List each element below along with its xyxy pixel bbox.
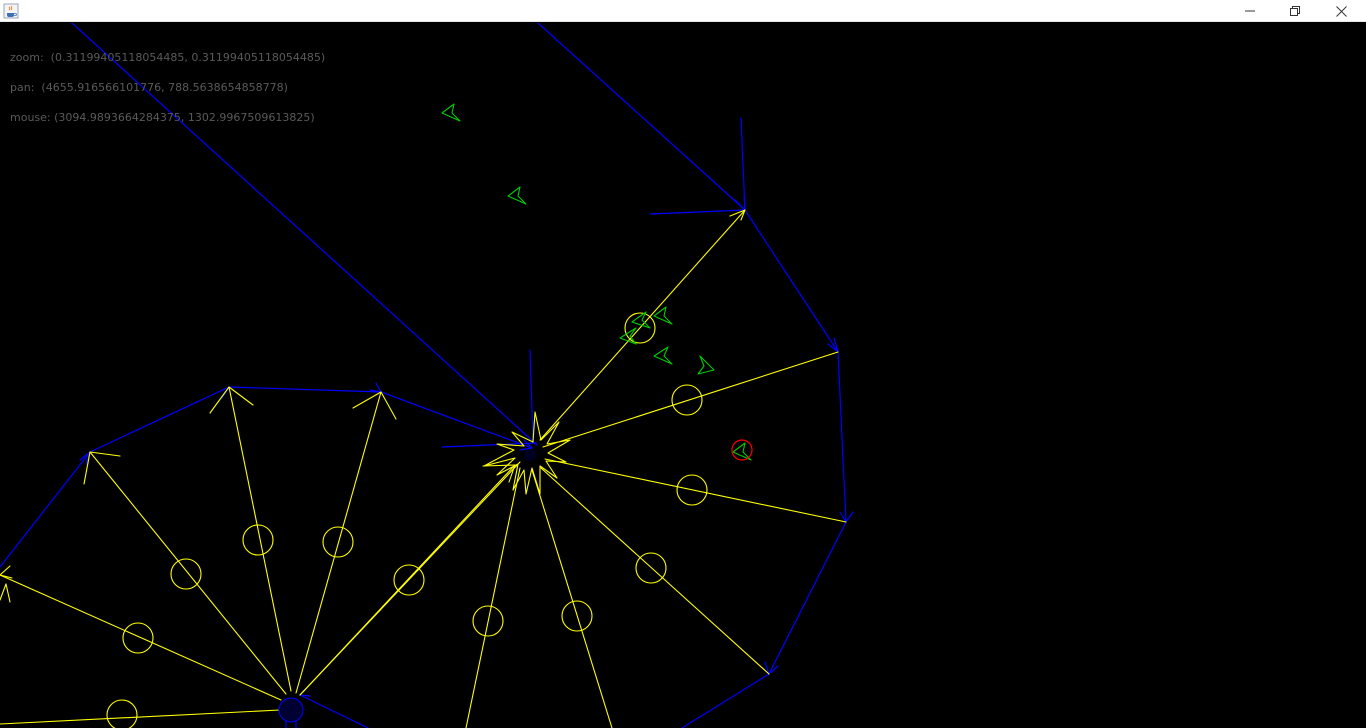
- waypoint-circle[interactable]: [671, 384, 703, 416]
- hub-node[interactable]: [278, 697, 304, 723]
- hud-pan-value: (4655.916566101776, 788.5638654858778): [41, 81, 288, 94]
- graph-edge: [837, 351, 847, 523]
- debug-hud: zoom: (0.31199405118054485, 0.3119940511…: [10, 33, 325, 143]
- hud-mouse-line: mouse: (3094.9893664284375, 1302.9967509…: [10, 111, 325, 124]
- agent-marker[interactable]: [441, 103, 461, 122]
- tree-edge: [531, 469, 613, 728]
- waypoint-circle[interactable]: [106, 699, 138, 728]
- agents: [441, 103, 752, 461]
- tree-edges: [0, 209, 847, 728]
- graph-edge: [89, 386, 230, 453]
- tree-edge: [0, 583, 11, 603]
- waypoint-circle[interactable]: [122, 622, 154, 654]
- tree-edge: [0, 709, 281, 725]
- app-window: zoom: (0.31199405118054485, 0.3119940511…: [0, 0, 1366, 728]
- agent-marker[interactable]: [653, 346, 673, 365]
- tree-edge: [542, 351, 839, 448]
- hud-zoom-value: (0.31199405118054485, 0.3119940511805448…: [50, 51, 326, 64]
- tree-edge: [89, 451, 287, 695]
- graph-edge: [744, 209, 839, 353]
- graph-edge: [519, 439, 533, 451]
- hud-zoom-label: zoom:: [10, 51, 44, 64]
- hud-pan-line: pan: (4655.916566101776, 788.56386548587…: [10, 81, 325, 94]
- graph-edge: [839, 511, 854, 523]
- tree-edge: [299, 464, 516, 696]
- graph-edge: [681, 673, 770, 728]
- tree-edge: [295, 391, 382, 694]
- agent-marker[interactable]: [697, 355, 715, 375]
- hud-mouse-value: (3094.9893664284375, 1302.9967509613825): [54, 111, 315, 124]
- graph-edge: [649, 209, 746, 215]
- tree-edge: [0, 574, 282, 701]
- graph-edge: [228, 386, 382, 393]
- minimize-button[interactable]: [1227, 0, 1273, 22]
- agent-marker[interactable]: [507, 186, 527, 205]
- minimize-icon: [1245, 10, 1255, 12]
- graph-edge: [768, 521, 847, 675]
- graph-edge: [537, 23, 746, 211]
- tree-edge: [228, 386, 292, 692]
- graph-edge: [0, 451, 91, 568]
- close-button[interactable]: [1318, 0, 1364, 22]
- graph-edge: [299, 694, 369, 728]
- tree-edge: [83, 451, 121, 485]
- hud-pan-label: pan:: [10, 81, 35, 94]
- hud-mouse-label: mouse:: [10, 111, 51, 124]
- simulation-canvas[interactable]: zoom: (0.31199405118054485, 0.3119940511…: [0, 23, 1366, 728]
- waypoint-circle[interactable]: [322, 526, 354, 558]
- java-cup-icon: [3, 3, 19, 19]
- graph-edge: [529, 349, 534, 443]
- restore-icon: [1290, 6, 1300, 16]
- title-bar[interactable]: [0, 0, 1366, 22]
- maximize-button[interactable]: [1272, 0, 1318, 22]
- tree-edge: [465, 467, 521, 728]
- waypoints: [106, 312, 708, 728]
- hub-node[interactable]: [524, 449, 536, 461]
- graph-edge: [369, 382, 382, 393]
- waypoint-circle[interactable]: [170, 558, 202, 590]
- close-icon: [1335, 5, 1347, 17]
- hud-zoom-line: zoom: (0.31199405118054485, 0.3119940511…: [10, 51, 326, 64]
